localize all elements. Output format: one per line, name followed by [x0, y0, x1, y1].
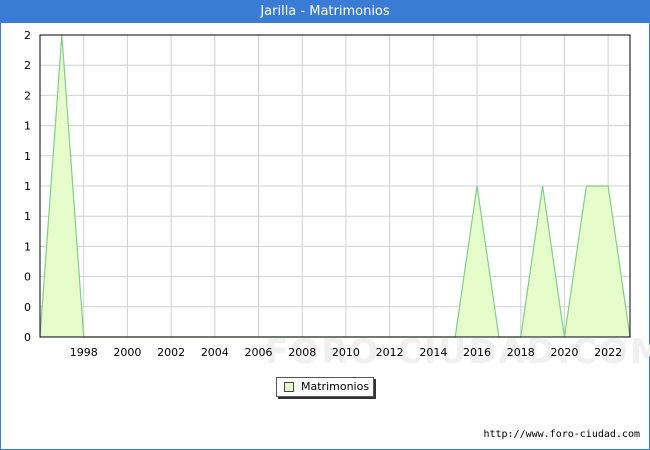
watermark: FORO-CIUDAD.COM: [265, 332, 650, 372]
y-tick-label: 1: [24, 150, 31, 163]
y-tick-label: 0: [24, 331, 31, 344]
x-tick-label: 2022: [594, 346, 622, 359]
x-tick-label: 2010: [332, 346, 360, 359]
x-tick-label: 2006: [245, 346, 273, 359]
y-tick-label: 1: [24, 240, 31, 253]
x-tick-label: 2008: [288, 346, 316, 359]
x-tick-label: 2004: [201, 346, 229, 359]
x-tick-label: 2014: [419, 346, 447, 359]
x-tick-label: 2002: [157, 346, 185, 359]
y-tick-label: 0: [24, 301, 31, 314]
legend: Matrimonios: [276, 377, 374, 397]
x-tick-label: 2000: [113, 346, 141, 359]
y-tick-label: 1: [24, 120, 31, 133]
x-tick-label: 2020: [550, 346, 578, 359]
y-tick-label: 1: [24, 210, 31, 223]
x-tick-label: 1998: [70, 346, 98, 359]
legend-label-matrimonios: Matrimonios: [301, 380, 370, 393]
y-tick-label: 2: [24, 59, 31, 72]
footer-url[interactable]: http://www.foro-ciudad.com: [483, 429, 640, 440]
y-tick-label: 1: [24, 180, 31, 193]
x-tick-label: 2018: [507, 346, 535, 359]
x-tick-label: 2012: [376, 346, 404, 359]
y-tick-label: 2: [24, 89, 31, 102]
y-tick-label: 0: [24, 271, 31, 284]
x-tick-label: 2016: [463, 346, 491, 359]
y-tick-label: 2: [24, 29, 31, 42]
legend-swatch-matrimonios: [284, 382, 294, 392]
